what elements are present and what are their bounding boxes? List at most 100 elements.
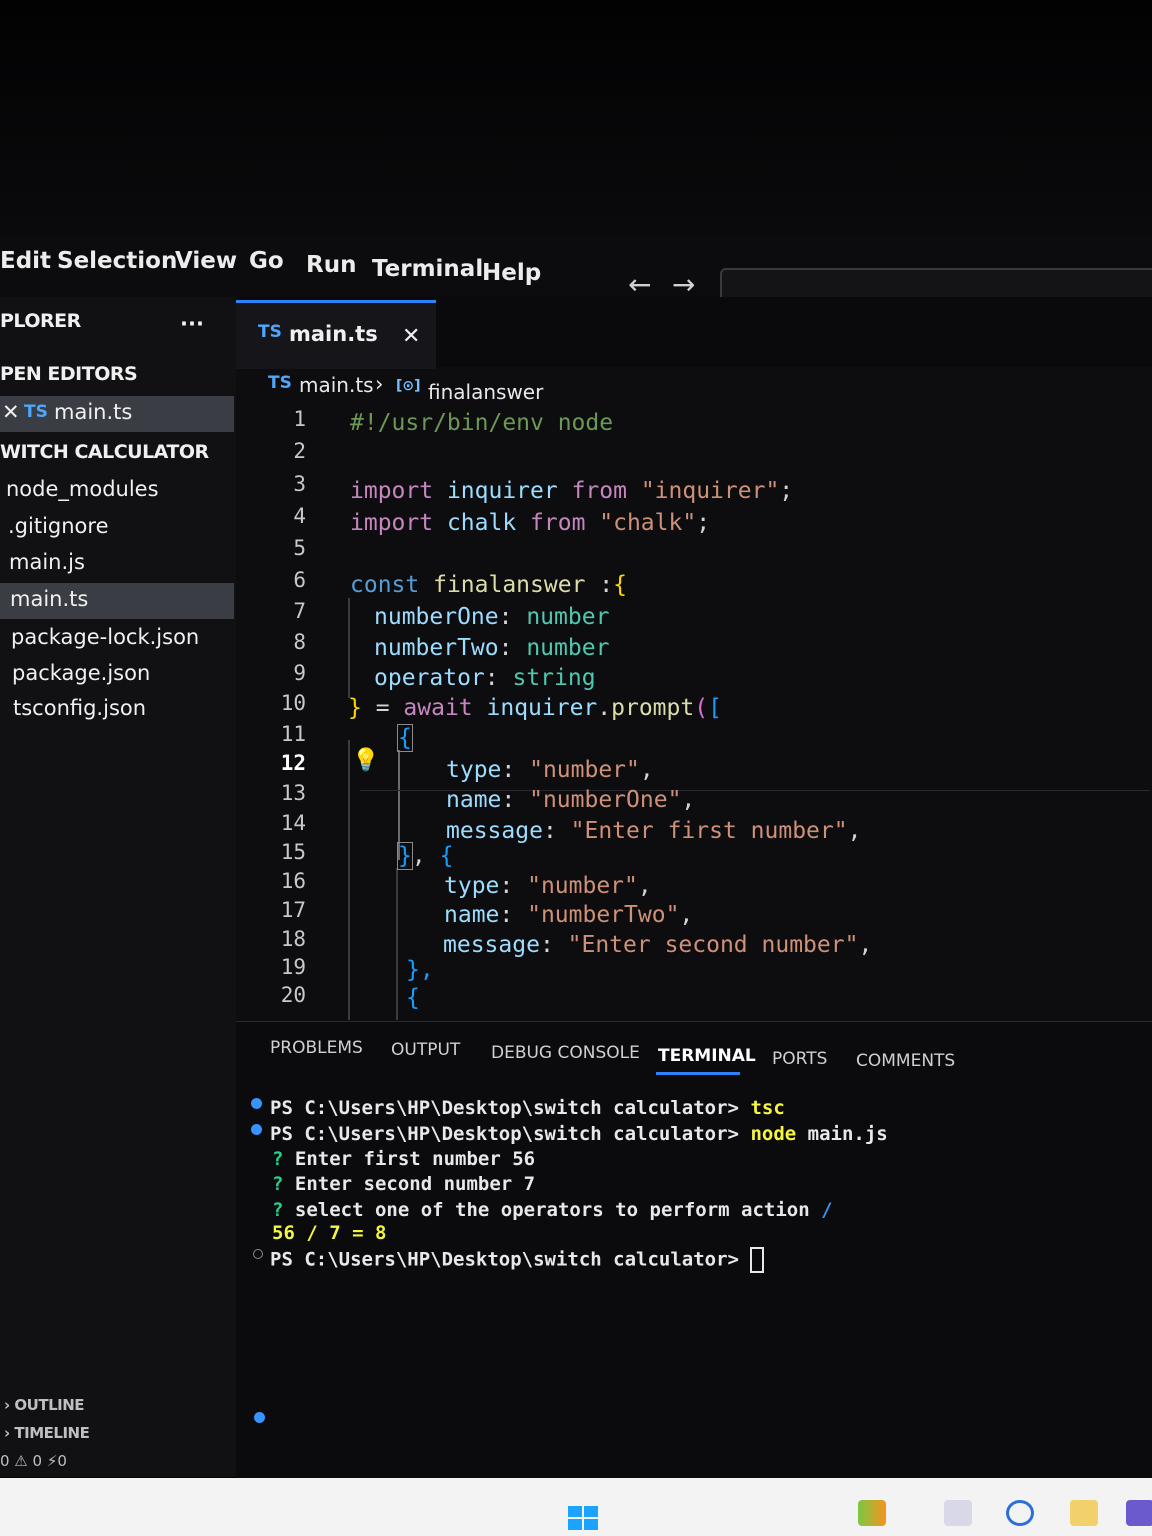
code-line-4[interactable]: import chalk from "chalk";: [350, 510, 710, 536]
code-line-20[interactable]: {: [406, 985, 420, 1011]
folder-icon[interactable]: [1070, 1500, 1098, 1526]
token: ,: [858, 932, 873, 958]
token: "Enter first number": [570, 818, 848, 844]
tab-ports[interactable]: PORTS: [772, 1049, 827, 1069]
file-package-lock-json[interactable]: package-lock.json: [11, 625, 199, 649]
terminal-line: ? select one of the operators to perform…: [272, 1199, 833, 1221]
token: inquirer: [472, 695, 598, 721]
terminal-line: PS C:\Users\HP\Desktop\switch calculator…: [270, 1247, 765, 1273]
breadcrumb-file[interactable]: main.ts: [299, 373, 374, 397]
code-line-15[interactable]: }, {: [397, 842, 453, 870]
file-gitignore[interactable]: .gitignore: [8, 514, 109, 538]
outline-section[interactable]: › OUTLINE: [4, 1396, 85, 1414]
token: :: [501, 787, 530, 813]
windows-start-icon[interactable]: [568, 1506, 598, 1530]
line-number: 9: [293, 661, 306, 685]
indent-guide: [348, 598, 350, 698]
tab-output[interactable]: OUTPUT: [391, 1040, 460, 1060]
code-line-10[interactable]: } = await inquirer.prompt([: [348, 695, 722, 721]
token: import: [350, 478, 434, 504]
code-line-8[interactable]: numberTwo: number: [374, 635, 609, 661]
token: number: [526, 604, 610, 630]
code-line-11[interactable]: {: [397, 724, 413, 752]
token: inquirer: [433, 478, 572, 504]
lightbulb-icon[interactable]: 💡: [352, 748, 379, 773]
tab-close-icon[interactable]: ✕: [402, 324, 420, 349]
code-line-9[interactable]: operator: string: [374, 665, 596, 691]
code-line-17[interactable]: name: "numberTwo",: [444, 902, 693, 928]
file-main-ts[interactable]: main.ts: [10, 587, 88, 611]
open-editors-header[interactable]: PEN EDITORS: [0, 363, 138, 385]
tab-comments[interactable]: COMMENTS: [856, 1051, 955, 1071]
breadcrumb-ts-icon: TS: [268, 373, 292, 393]
line-number-current: 12: [280, 751, 306, 775]
prompt-text: select one of the operators to perform a…: [294, 1199, 810, 1221]
prompt-text: Enter second number: [294, 1173, 513, 1195]
menu-run[interactable]: Run: [306, 252, 356, 278]
close-editor-icon[interactable]: ✕: [2, 400, 20, 424]
token: ,: [637, 873, 652, 899]
terminal-status-dot: [254, 1412, 265, 1423]
code-line-6[interactable]: const finalanswer :{: [350, 572, 627, 598]
indent-guide: [396, 868, 398, 1020]
line-number: 2: [293, 439, 306, 463]
app-icon[interactable]: [1006, 1500, 1034, 1526]
line-number: 16: [280, 869, 306, 893]
code-line-16[interactable]: type: "number",: [444, 873, 652, 899]
status-problems[interactable]: 0 ⚠ 0 ⚡0: [0, 1452, 67, 1470]
code-line-3[interactable]: import inquirer from "inquirer";: [350, 478, 793, 504]
code-line-12[interactable]: type: "number",: [446, 757, 654, 783]
line-number: 4: [293, 504, 306, 528]
timeline-section[interactable]: › TIMELINE: [4, 1424, 90, 1442]
file-node-modules[interactable]: node_modules: [6, 477, 159, 501]
token: prompt: [611, 695, 695, 721]
file-package-json[interactable]: package.json: [12, 661, 150, 685]
command-pending-dot: [253, 1249, 263, 1259]
app-icon[interactable]: [858, 1500, 886, 1526]
app-icon[interactable]: [944, 1500, 972, 1526]
token: name: [444, 902, 500, 928]
file-tsconfig-json[interactable]: tsconfig.json: [13, 696, 146, 720]
terminal-line: PS C:\Users\HP\Desktop\switch calculator…: [270, 1123, 888, 1145]
menu-terminal[interactable]: Terminal: [372, 256, 483, 282]
tab-terminal[interactable]: TERMINAL: [658, 1046, 756, 1066]
code-line-18[interactable]: message: "Enter second number",: [443, 932, 872, 958]
terminal-cursor: [750, 1247, 765, 1273]
token: ,: [847, 818, 862, 844]
result-line: 56 / 7 = 8: [272, 1222, 387, 1244]
variable-symbol-icon: [⊙]: [396, 378, 421, 394]
tab-problems[interactable]: PROBLEMS: [270, 1038, 363, 1058]
token: {: [406, 985, 420, 1011]
line-number: 19: [280, 955, 306, 979]
code-line-14[interactable]: message: "Enter first number",: [446, 818, 861, 844]
explorer-more-icon[interactable]: ···: [180, 312, 204, 336]
line-number: 10: [280, 691, 306, 715]
code-line-7[interactable]: numberOne: number: [374, 604, 609, 630]
code-line-19[interactable]: },: [406, 957, 434, 983]
token: type: [446, 757, 502, 783]
token: message: [443, 932, 540, 958]
app-icon[interactable]: [1126, 1500, 1152, 1526]
menu-help[interactable]: Help: [482, 260, 541, 286]
folder-header[interactable]: WITCH CALCULATOR: [0, 441, 209, 463]
tab-debug-console[interactable]: DEBUG CONSOLE: [491, 1043, 640, 1063]
token: :: [499, 873, 528, 899]
code-line-1[interactable]: #!/usr/bin/env node: [350, 410, 613, 436]
breadcrumb-symbol[interactable]: finalanswer: [428, 380, 543, 404]
code-line-13[interactable]: name: "numberOne",: [446, 787, 695, 813]
question-mark: ?: [272, 1173, 295, 1195]
answer: /: [809, 1199, 833, 1221]
menu-go[interactable]: Go: [249, 248, 284, 274]
token: (: [694, 695, 709, 721]
token: name: [446, 787, 502, 813]
token: const: [350, 572, 420, 598]
token: ,: [681, 787, 696, 813]
file-main-js[interactable]: main.js: [9, 550, 85, 574]
menu-edit[interactable]: Edit: [0, 248, 51, 274]
menu-selection[interactable]: Selection: [57, 248, 177, 274]
menu-view[interactable]: View: [175, 248, 237, 274]
indent-guide: [348, 740, 350, 1020]
open-editor-main-ts[interactable]: main.ts: [54, 400, 132, 424]
token: ,: [679, 902, 694, 928]
token: .: [597, 695, 612, 721]
